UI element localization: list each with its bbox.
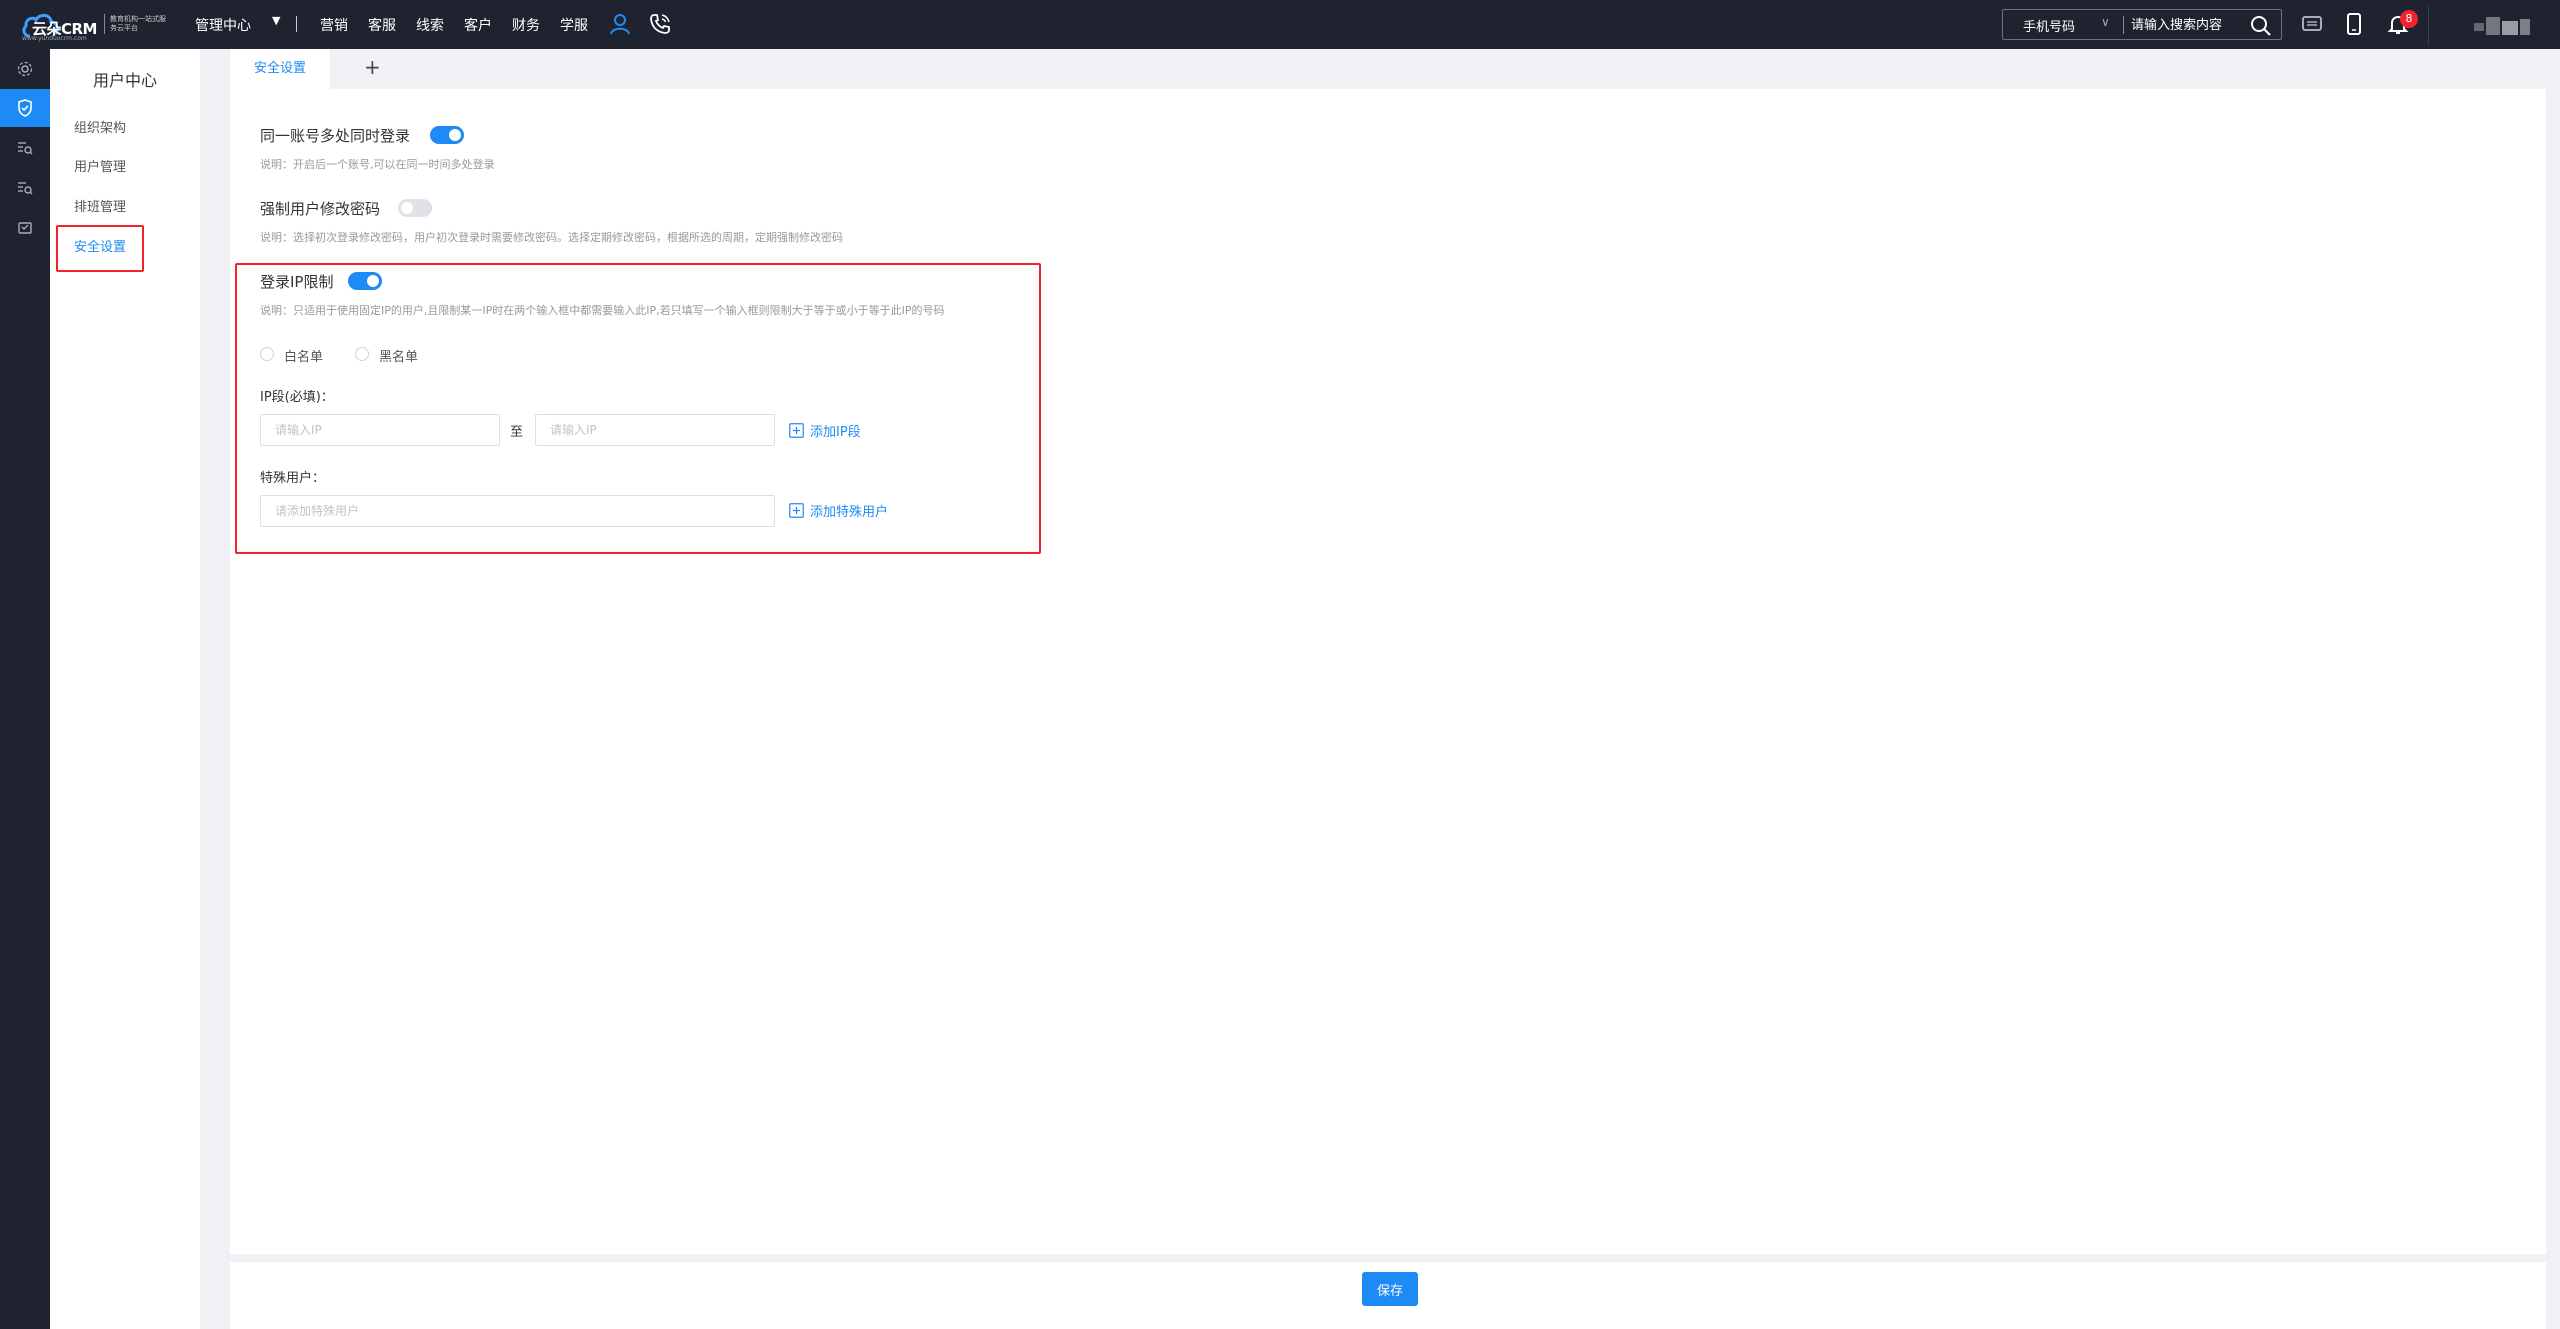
blacklist-radio[interactable] — [355, 347, 369, 361]
whitelist-radio[interactable] — [260, 347, 274, 361]
nav-marketing[interactable]: 营销 — [320, 15, 348, 35]
list-search-icon — [18, 182, 33, 195]
search-icon[interactable] — [2249, 14, 2273, 36]
blacklist-label[interactable]: 黑名单 — [379, 346, 418, 365]
list-search-icon — [18, 142, 33, 155]
rail-item-inbox[interactable] — [0, 209, 50, 247]
rail-item-settings[interactable] — [0, 50, 50, 88]
multi-login-toggle[interactable] — [430, 126, 464, 144]
force-password-desc: 说明：选择初次登录修改密码，用户初次登录时需要修改密码。选择定期修改密码，根据所… — [260, 231, 843, 244]
toggle-knob — [401, 202, 413, 214]
add-ip-segment-button[interactable]: 添加IP段 — [789, 421, 861, 440]
submenu-item-user-management[interactable]: 用户管理 — [74, 156, 126, 175]
multi-login-title: 同一账号多处同时登录 — [260, 127, 411, 145]
add-ip-segment-label: 添加IP段 — [810, 425, 861, 440]
highlight-box — [56, 225, 144, 272]
tab-bar: 安全设置 + — [230, 49, 2546, 89]
nav-customer-service[interactable]: 客服 — [368, 15, 396, 35]
toggle-knob — [367, 275, 379, 287]
plus-square-icon — [789, 503, 804, 518]
add-special-user-button[interactable]: 添加特殊用户 — [789, 501, 888, 520]
toggle-knob — [449, 129, 461, 141]
special-users-label: 特殊用户： — [260, 471, 326, 486]
search-type-select[interactable]: 手机号码 — [2023, 16, 2075, 35]
ip-end-input[interactable] — [535, 414, 775, 446]
search-input[interactable] — [2131, 14, 2243, 36]
avatar[interactable] — [2474, 17, 2538, 35]
plus-square-icon — [789, 423, 804, 438]
divider — [2428, 6, 2429, 44]
multi-login-desc: 说明：开启后一个账号,可以在同一时间多处登录 — [260, 158, 495, 171]
notification-badge: 8 — [2400, 10, 2418, 28]
caret-down-icon[interactable]: ▼ — [272, 14, 280, 27]
logo-divider — [104, 14, 105, 34]
add-special-user-label: 添加特殊用户 — [810, 505, 889, 520]
message-icon[interactable] — [2300, 12, 2324, 36]
settings-icon — [17, 61, 33, 77]
force-password-toggle[interactable] — [398, 199, 432, 217]
management-center-menu[interactable]: 管理中心 — [195, 15, 251, 35]
special-users-input[interactable] — [260, 495, 775, 527]
nav-student-service[interactable]: 学服 — [560, 15, 588, 35]
add-tab-button[interactable]: + — [364, 55, 381, 79]
force-password-title: 强制用户修改密码 — [260, 200, 381, 218]
chevron-down-icon[interactable]: ∨ — [2101, 15, 2110, 29]
save-button[interactable]: 保存 — [1362, 1272, 1418, 1306]
settings-panel: 同一账号多处同时登录 说明：开启后一个账号,可以在同一时间多处登录 强制用户修改… — [230, 89, 2546, 1254]
search-bar: 手机号码 ∨ — [2002, 9, 2282, 40]
submenu-item-org-structure[interactable]: 组织架构 — [74, 117, 126, 136]
rail-item-security[interactable] — [0, 89, 50, 127]
user-icon[interactable] — [608, 12, 632, 36]
logo-tagline: 教育机构一站式服务云平台 — [110, 15, 166, 32]
inbox-icon — [18, 222, 32, 234]
logo[interactable]: 云朵CRM 教育机构一站式服务云平台 www.yunduocrm.com — [22, 8, 166, 42]
shield-icon — [18, 99, 32, 117]
divider — [296, 16, 297, 32]
logo-url: www.yunduocrm.com — [22, 35, 87, 42]
nav-leads[interactable]: 线索 — [416, 15, 444, 35]
ip-segment-label: IP段(必填)： — [260, 390, 334, 405]
divider — [2123, 16, 2124, 34]
submenu: 用户中心 组织架构 用户管理 排班管理 安全设置 — [50, 49, 200, 1329]
nav-customers[interactable]: 客户 — [464, 15, 492, 35]
footer-bar: 保存 — [230, 1262, 2546, 1329]
submenu-item-shift-management[interactable]: 排班管理 — [74, 196, 126, 215]
ip-start-input[interactable] — [260, 414, 500, 446]
icon-rail — [0, 49, 50, 1329]
ip-limit-title: 登录IP限制 — [260, 273, 334, 291]
rail-item-list-search-1[interactable] — [0, 129, 50, 167]
submenu-title: 用户中心 — [92, 71, 157, 90]
nav-finance[interactable]: 财务 — [512, 15, 540, 35]
tab-security-settings[interactable]: 安全设置 — [230, 49, 330, 89]
mobile-icon[interactable] — [2342, 12, 2366, 36]
top-bar: 云朵CRM 教育机构一站式服务云平台 www.yunduocrm.com 管理中… — [0, 0, 2560, 49]
whitelist-label[interactable]: 白名单 — [284, 346, 323, 365]
ip-limit-desc: 说明：只适用于使用固定IP的用户,且限制某一IP时在两个输入框中都需要输入此IP… — [260, 304, 945, 317]
range-to-label: 至 — [510, 425, 524, 440]
phone-call-icon[interactable] — [648, 12, 672, 36]
ip-limit-toggle[interactable] — [348, 272, 382, 290]
rail-item-list-search-2[interactable] — [0, 169, 50, 207]
